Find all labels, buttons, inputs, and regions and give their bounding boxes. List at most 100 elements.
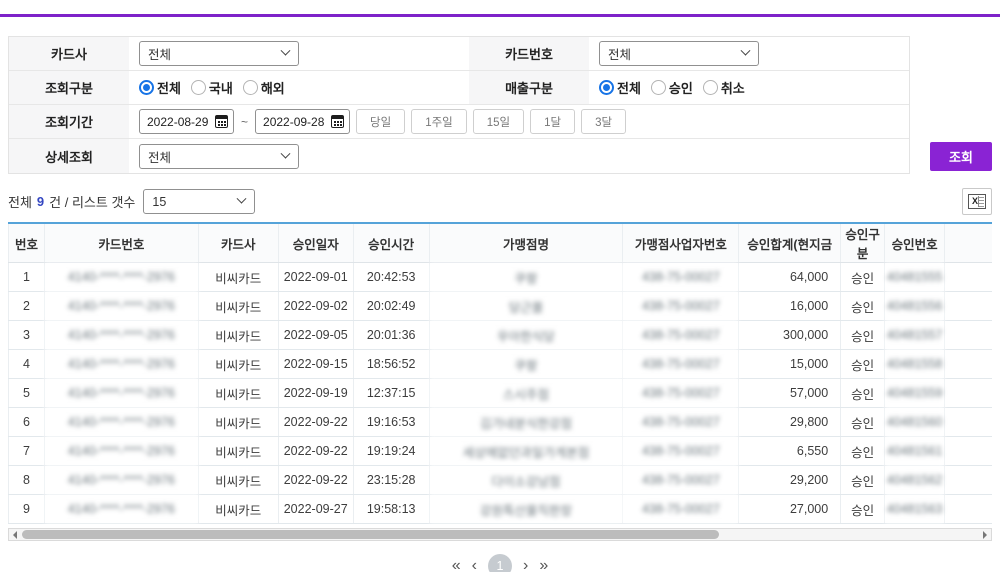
- cell-no: 8: [8, 465, 45, 495]
- radio-label: 해외: [260, 81, 285, 96]
- search-button[interactable]: 조회: [930, 142, 992, 171]
- column-header-approval_type: 승인구분: [840, 222, 886, 263]
- table-row[interactable]: 3 4140-****-****-2976 비씨카드 2022-09-05 20:01:…: [8, 320, 992, 350]
- table-row[interactable]: 4 4140-****-****-2976 비씨카드 2022-09-15 18:56:…: [8, 349, 992, 379]
- radio-sales-approved[interactable]: 승인: [650, 78, 693, 97]
- cell-approval_type: 승인: [840, 291, 886, 321]
- radio-inquiry-all[interactable]: 전체: [139, 78, 181, 97]
- table-row[interactable]: 9 4140-****-****-2976 비씨카드 2022-09-27 19:58:…: [8, 494, 992, 524]
- scroll-left-arrow[interactable]: [9, 529, 21, 540]
- result-bar: 전체 9 건 / 리스트 갯수 15 X: [8, 188, 992, 215]
- scrollbar-thumb[interactable]: [22, 530, 720, 539]
- cell-approval_time: 18:56:52: [352, 349, 430, 379]
- chevron-down-icon: [236, 193, 247, 204]
- last-page-button[interactable]: »: [539, 558, 548, 572]
- pagination: « ‹ 1 › »: [0, 554, 1000, 572]
- radio-label: 국내: [208, 81, 233, 96]
- radio-icon: [702, 80, 718, 95]
- cell-merchant_name: 쿠팡: [428, 349, 624, 379]
- cell-extra: [944, 494, 992, 524]
- column-header-approval_date: 승인일자: [277, 222, 354, 263]
- radio-inquiry-domestic[interactable]: 국내: [190, 78, 233, 97]
- detail-label: 상세조회: [9, 139, 129, 173]
- card-company-selected-value: 전체: [148, 48, 172, 62]
- radio-label: 승인: [668, 81, 693, 96]
- date-from-input[interactable]: 2022-08-29: [139, 109, 234, 134]
- radio-sales-cancelled[interactable]: 취소: [702, 78, 745, 97]
- card-company-select[interactable]: 전체: [139, 41, 299, 66]
- cell-no: 2: [8, 291, 45, 321]
- cell-merchant_biz_no: 438-75-00027: [622, 494, 740, 524]
- scroll-right-arrow[interactable]: [979, 529, 991, 540]
- cell-approval_total: 64,000: [738, 262, 842, 292]
- form-row-period: 조회기간 2022-08-29 ~ 2022-09-28 당일 1주일 15일 …: [9, 105, 909, 139]
- left-triangle-icon: [9, 530, 17, 539]
- cell-merchant_biz_no: 438-75-00027: [622, 436, 740, 466]
- cell-merchant_name: 우아한식당: [428, 320, 624, 350]
- column-header-merchant_biz_no: 가맹점사업자번호: [622, 222, 740, 263]
- column-header-merchant_name: 가맹점명: [428, 222, 624, 263]
- radio-label: 취소: [720, 81, 745, 96]
- cell-approval_no: 40481561: [884, 436, 946, 466]
- cell-approval_total: 29,800: [738, 407, 842, 437]
- table-row[interactable]: 1 4140-****-****-2976 비씨카드 2022-09-01 20:42:…: [8, 262, 992, 292]
- cell-no: 6: [8, 407, 45, 437]
- current-page-button[interactable]: 1: [488, 554, 512, 572]
- cell-approval_total: 300,000: [738, 320, 842, 350]
- search-form: 카드사 전체 카드번호 전체 조회구분 전체 국내 해외 매출구분 전체 승인 …: [8, 36, 992, 174]
- first-page-button[interactable]: «: [452, 558, 461, 572]
- cell-approval_date: 2022-09-27: [277, 494, 354, 524]
- prev-page-button[interactable]: ‹: [472, 558, 477, 572]
- radio-inquiry-overseas[interactable]: 해외: [242, 78, 285, 97]
- detail-selected-value: 전체: [148, 150, 172, 165]
- cell-approval_total: 29,200: [738, 465, 842, 495]
- cell-approval_date: 2022-09-01: [277, 262, 354, 292]
- period-15days-button[interactable]: 15일: [472, 109, 525, 134]
- cell-merchant_biz_no: 438-75-00027: [622, 320, 740, 350]
- cell-approval_no: 40481556: [884, 291, 946, 321]
- date-to-value: 2022-09-28: [263, 114, 325, 129]
- detail-select[interactable]: 전체: [139, 143, 299, 169]
- cell-approval_no: 40481563: [884, 494, 946, 524]
- table-row[interactable]: 6 4140-****-****-2976 비씨카드 2022-09-22 19:16:…: [8, 407, 992, 437]
- table-row[interactable]: 5 4140-****-****-2976 비씨카드 2022-09-19 12:37:…: [8, 378, 992, 408]
- card-number-select[interactable]: 전체: [599, 41, 759, 66]
- calendar-icon[interactable]: [331, 115, 345, 128]
- form-row-type: 조회구분 전체 국내 해외 매출구분 전체 승인 취소: [9, 71, 909, 105]
- table-row[interactable]: 2 4140-****-****-2976 비씨카드 2022-09-02 20:02:…: [8, 291, 992, 321]
- column-header-approval_time: 승인시간: [352, 222, 430, 263]
- cell-approval_date: 2022-09-02: [277, 291, 354, 321]
- calendar-icon[interactable]: [215, 115, 228, 128]
- cell-extra: [944, 436, 992, 466]
- cell-approval_date: 2022-09-15: [277, 349, 354, 379]
- column-header-extra: [944, 222, 992, 263]
- cell-approval_time: 20:02:49: [352, 291, 430, 321]
- right-triangle-icon: [983, 530, 991, 539]
- date-to-input[interactable]: 2022-09-28: [255, 109, 351, 134]
- period-1week-button[interactable]: 1주일: [411, 109, 467, 134]
- table-row[interactable]: 7 4140-****-****-2976 비씨카드 2022-09-22 19:19:…: [8, 436, 992, 466]
- cell-extra: [944, 465, 992, 495]
- next-page-button[interactable]: ›: [523, 558, 528, 572]
- table-header-row: 번호 카드번호 카드사 승인일자 승인시간 가맹점명 가맹점사업자번호 승인합계(현지금 승인구…: [8, 222, 992, 263]
- cell-approval_time: 19:19:24: [352, 436, 430, 466]
- list-count-select[interactable]: 15: [143, 189, 256, 214]
- horizontal-scrollbar[interactable]: [8, 528, 992, 541]
- radio-sales-all[interactable]: 전체: [599, 78, 641, 97]
- cell-approval_type: 승인: [840, 378, 886, 408]
- cell-approval_time: 12:37:15: [352, 378, 430, 408]
- radio-selected-icon: [139, 80, 154, 95]
- cell-no: 9: [8, 494, 45, 524]
- cell-merchant_name: 쿠팡: [428, 262, 624, 292]
- period-3months-button[interactable]: 3달: [581, 109, 627, 134]
- period-1month-button[interactable]: 1달: [530, 109, 576, 134]
- period-today-button[interactable]: 당일: [356, 109, 406, 134]
- form-row-card: 카드사 전체 카드번호 전체: [9, 37, 909, 71]
- excel-export-button[interactable]: X: [962, 188, 992, 215]
- table-row[interactable]: 8 4140-****-****-2976 비씨카드 2022-09-22 23:15:…: [8, 465, 992, 495]
- chevron-down-icon: [280, 148, 291, 159]
- cell-approval_time: 19:58:13: [352, 494, 430, 524]
- cell-merchant_biz_no: 438-75-00027: [622, 262, 740, 292]
- excel-icon: X: [968, 194, 986, 209]
- cell-extra: [944, 320, 992, 350]
